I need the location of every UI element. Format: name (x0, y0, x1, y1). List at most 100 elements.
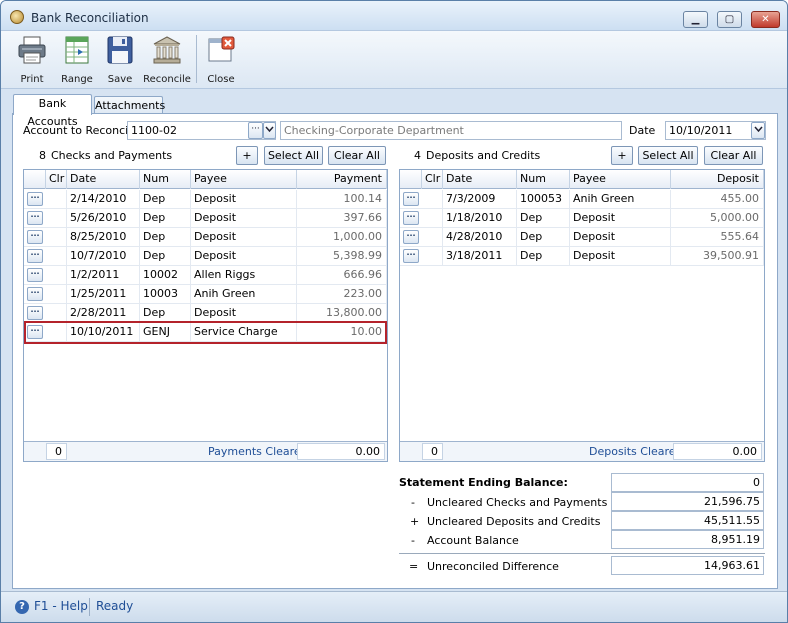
checks-col-date[interactable]: Date (67, 170, 140, 189)
add-check-button[interactable]: + (236, 146, 258, 165)
checks-row-detail-button[interactable]: ··· (27, 192, 43, 206)
checks-cell-num: Dep (140, 190, 191, 209)
checks-cell-payee: Allen Riggs (191, 266, 297, 285)
account-balance-label: Account Balance (427, 534, 519, 547)
checks-row-detail-button[interactable]: ··· (27, 306, 43, 320)
checks-row-detail-button[interactable]: ··· (27, 249, 43, 263)
payments-cleared-label: Payments Cleared (208, 445, 308, 458)
account-lookup-button[interactable]: ··· (248, 122, 263, 139)
checks-row[interactable]: ··· 5/26/2010 Dep Deposit 397.66 (24, 209, 387, 228)
checks-row-detail-button[interactable]: ··· (27, 230, 43, 244)
checks-count: 8 (39, 149, 46, 162)
deposits-grid-header: Clr Date Num Payee Deposit (400, 170, 764, 189)
checks-col-payee[interactable]: Payee (191, 170, 297, 189)
deposits-col-date[interactable]: Date (443, 170, 517, 189)
checks-row[interactable]: ··· 8/25/2010 Dep Deposit 1,000.00 (24, 228, 387, 247)
add-deposit-button[interactable]: + (611, 146, 633, 165)
checks-cell-clr[interactable] (46, 285, 67, 304)
close-label: Close (207, 74, 235, 85)
checks-row-detail-button[interactable]: ··· (27, 268, 43, 282)
deposits-select-all-button[interactable]: Select All (638, 146, 698, 165)
deposits-cell-num: Dep (517, 247, 570, 266)
save-label: Save (107, 74, 133, 85)
deposits-cell-date: 3/18/2011 (443, 247, 517, 266)
uncleared-deposits-sign: + (410, 515, 420, 528)
checks-cell-payee: Deposit (191, 228, 297, 247)
checks-row[interactable]: ··· 10/7/2010 Dep Deposit 5,398.99 (24, 247, 387, 266)
checks-cell-clr[interactable] (46, 266, 67, 285)
close-button[interactable]: Close (202, 33, 240, 87)
checks-select-all-button[interactable]: Select All (264, 146, 323, 165)
deposits-cell-date: 1/18/2010 (443, 209, 517, 228)
calendar-dropdown-icon (753, 126, 763, 133)
checks-col-payment[interactable]: Payment (297, 170, 387, 189)
help-shortcut[interactable]: F1 - Help (34, 599, 88, 613)
save-button[interactable]: Save (101, 33, 139, 87)
checks-grid-header: Clr Date Num Payee Payment (24, 170, 387, 189)
deposits-cell-clr[interactable] (422, 228, 443, 247)
maximize-button[interactable]: ▢ (717, 11, 742, 28)
checks-row[interactable]: ··· 1/25/2011 10003 Anih Green 223.00 (24, 285, 387, 304)
deposits-row[interactable]: ··· 3/18/2011 Dep Deposit 39,500.91 (400, 247, 764, 266)
checks-row-detail-button[interactable]: ··· (27, 211, 43, 225)
checks-cell-amount: 223.00 (297, 285, 387, 304)
deposits-row-detail-button[interactable]: ··· (403, 230, 419, 244)
statement-ending-label: Statement Ending Balance: (399, 476, 568, 489)
checks-cell-clr[interactable] (46, 209, 67, 228)
floppy-disk-icon (107, 36, 133, 64)
deposits-row-detail-button[interactable]: ··· (403, 249, 419, 263)
date-label: Date (629, 124, 656, 137)
deposits-row[interactable]: ··· 7/3/2009 100053 Anih Green 455.00 (400, 190, 764, 209)
checks-cell-clr[interactable] (46, 228, 67, 247)
minimize-button[interactable]: ▁ (683, 11, 708, 28)
date-dropdown-button[interactable] (751, 122, 765, 139)
deposits-cell-clr[interactable] (422, 209, 443, 228)
unreconciled-difference-label: Unreconciled Difference (427, 560, 559, 573)
payments-cleared-total: 0.00 (297, 443, 385, 460)
title-bar: Bank Reconciliation ▁ ▢ ✕ (1, 1, 787, 31)
tab-bank-accounts[interactable]: Bank Accounts (13, 94, 92, 128)
checks-col-rowbtn (24, 170, 46, 189)
statement-ending-field[interactable]: 0 (611, 473, 764, 492)
checks-row-detail-button[interactable]: ··· (27, 287, 43, 301)
deposits-cell-payee: Deposit (570, 209, 671, 228)
close-window-icon (208, 36, 235, 62)
checks-col-num[interactable]: Num (140, 170, 191, 189)
deposits-count: 4 (414, 149, 421, 162)
deposits-col-clr[interactable]: Clr (422, 170, 443, 189)
range-button[interactable]: Range (57, 33, 97, 87)
checks-col-clr[interactable]: Clr (46, 170, 67, 189)
deposits-col-deposit[interactable]: Deposit (671, 170, 764, 189)
window-title: Bank Reconciliation (31, 11, 149, 25)
print-button[interactable]: Print (11, 33, 53, 87)
reconcile-button[interactable]: Reconcile (143, 33, 191, 87)
maximize-icon: ▢ (724, 14, 735, 25)
deposits-clear-all-button[interactable]: Clear All (704, 146, 763, 165)
bank-reconciliation-window: Bank Reconciliation ▁ ▢ ✕ Print Range Sa… (0, 0, 788, 623)
help-icon[interactable]: ? (15, 600, 29, 614)
checks-row[interactable]: ··· 2/14/2010 Dep Deposit 100.14 (24, 190, 387, 209)
status-separator (89, 598, 90, 616)
deposits-cell-clr[interactable] (422, 247, 443, 266)
checks-clear-all-button[interactable]: Clear All (328, 146, 386, 165)
deposits-cell-clr[interactable] (422, 190, 443, 209)
deposits-cell-num: 100053 (517, 190, 570, 209)
close-window-button[interactable]: ✕ (751, 11, 780, 28)
checks-cell-amount: 397.66 (297, 209, 387, 228)
checks-row[interactable]: ··· 1/2/2011 10002 Allen Riggs 666.96 (24, 266, 387, 285)
account-dropdown-button[interactable] (263, 122, 276, 139)
deposits-row-detail-button[interactable]: ··· (403, 192, 419, 206)
checks-cell-clr[interactable] (46, 247, 67, 266)
checks-cell-date: 5/26/2010 (67, 209, 140, 228)
deposits-row[interactable]: ··· 4/28/2010 Dep Deposit 555.64 (400, 228, 764, 247)
deposits-row-detail-button[interactable]: ··· (403, 211, 419, 225)
deposits-row[interactable]: ··· 1/18/2010 Dep Deposit 5,000.00 (400, 209, 764, 228)
unreconciled-difference-sign: = (409, 560, 419, 573)
checks-grid-footer: 0 Payments Cleared 0.00 (24, 441, 387, 461)
checks-cell-clr[interactable] (46, 190, 67, 209)
checks-cell-amount: 5,398.99 (297, 247, 387, 266)
deposits-cell-num: Dep (517, 228, 570, 247)
deposits-col-payee[interactable]: Payee (570, 170, 671, 189)
deposits-col-num[interactable]: Num (517, 170, 570, 189)
deposits-grid: Clr Date Num Payee Deposit ··· 7/3/2009 10… (399, 169, 765, 462)
